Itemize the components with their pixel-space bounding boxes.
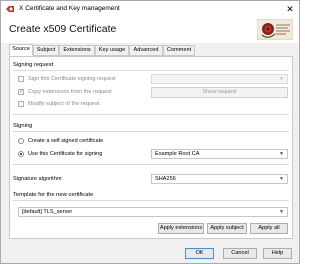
- template-title: Template for the new certificate: [13, 192, 94, 198]
- sign-request-checkbox[interactable]: [18, 76, 24, 82]
- copy-extensions-checkbox[interactable]: [18, 88, 24, 95]
- close-icon[interactable]: ✕: [284, 3, 296, 15]
- apply-subject-button[interactable]: Apply subject: [207, 223, 247, 234]
- request-select[interactable]: ▼: [151, 74, 288, 84]
- tab-source[interactable]: Source: [9, 44, 33, 56]
- apply-extensions-button[interactable]: Apply extensions: [158, 223, 204, 234]
- xca-app-icon: [6, 6, 14, 12]
- sign-request-label: Sign this Certificate signing request: [28, 76, 116, 82]
- self-signed-label: Create a self signed certificate: [28, 138, 104, 144]
- self-signed-radio[interactable]: [18, 138, 24, 144]
- separator: [13, 164, 289, 165]
- copy-extensions-label: Copy extensions from the request: [28, 89, 112, 95]
- cancel-button[interactable]: Cancel: [223, 248, 257, 259]
- title-bar[interactable]: X Certificate and Key management ✕: [1, 1, 299, 17]
- window-title: X Certificate and Key management: [19, 5, 120, 12]
- chevron-down-icon: ▼: [279, 176, 284, 182]
- signature-algorithm-label: Signature algorithm: [13, 176, 62, 182]
- signing-title: Signing: [13, 123, 33, 129]
- apply-all-button[interactable]: Apply all: [250, 223, 288, 234]
- template-select-value: [default] TLS_server: [22, 209, 73, 215]
- use-cert-radio[interactable]: [18, 151, 24, 157]
- show-request-button[interactable]: Show request: [151, 87, 288, 98]
- tab-extensions[interactable]: Extensions: [59, 45, 95, 56]
- help-button[interactable]: Help: [263, 248, 292, 259]
- dialog-window: X Certificate and Key management ✕ Creat…: [0, 0, 300, 264]
- signing-request-title: Signing request: [13, 62, 54, 68]
- page-title: Create x509 Certificate: [9, 23, 117, 35]
- separator: [13, 114, 289, 115]
- tab-key-usage[interactable]: Key usage: [95, 45, 129, 56]
- signature-algorithm-value: SHA256: [155, 176, 176, 182]
- separator: [13, 70, 289, 71]
- signing-ca-value: Example Root CA: [155, 151, 200, 157]
- chevron-down-icon: ▼: [279, 209, 284, 215]
- chevron-down-icon: ▼: [279, 151, 284, 157]
- signing-ca-select[interactable]: Example Root CA ▼: [151, 149, 288, 159]
- tab-advanced[interactable]: Advanced: [129, 45, 163, 56]
- signature-algorithm-select[interactable]: SHA256 ▼: [151, 174, 288, 184]
- modify-subject-label: Modify subject of the request: [28, 101, 100, 107]
- modify-subject-checkbox[interactable]: [18, 101, 24, 107]
- separator: [13, 131, 289, 132]
- chevron-down-icon: ▼: [279, 76, 284, 82]
- tab-subject[interactable]: Subject: [33, 45, 59, 56]
- ok-button[interactable]: OK: [185, 248, 214, 259]
- source-tab-panel: Signing request Sign this Certificate si…: [9, 56, 293, 239]
- template-select[interactable]: [default] TLS_server ▼: [18, 207, 288, 217]
- tab-comment[interactable]: Comment: [163, 45, 195, 56]
- rose-logo-icon: [257, 19, 293, 40]
- separator: [13, 200, 289, 201]
- use-cert-label: Use this Certificate for signing: [28, 151, 103, 157]
